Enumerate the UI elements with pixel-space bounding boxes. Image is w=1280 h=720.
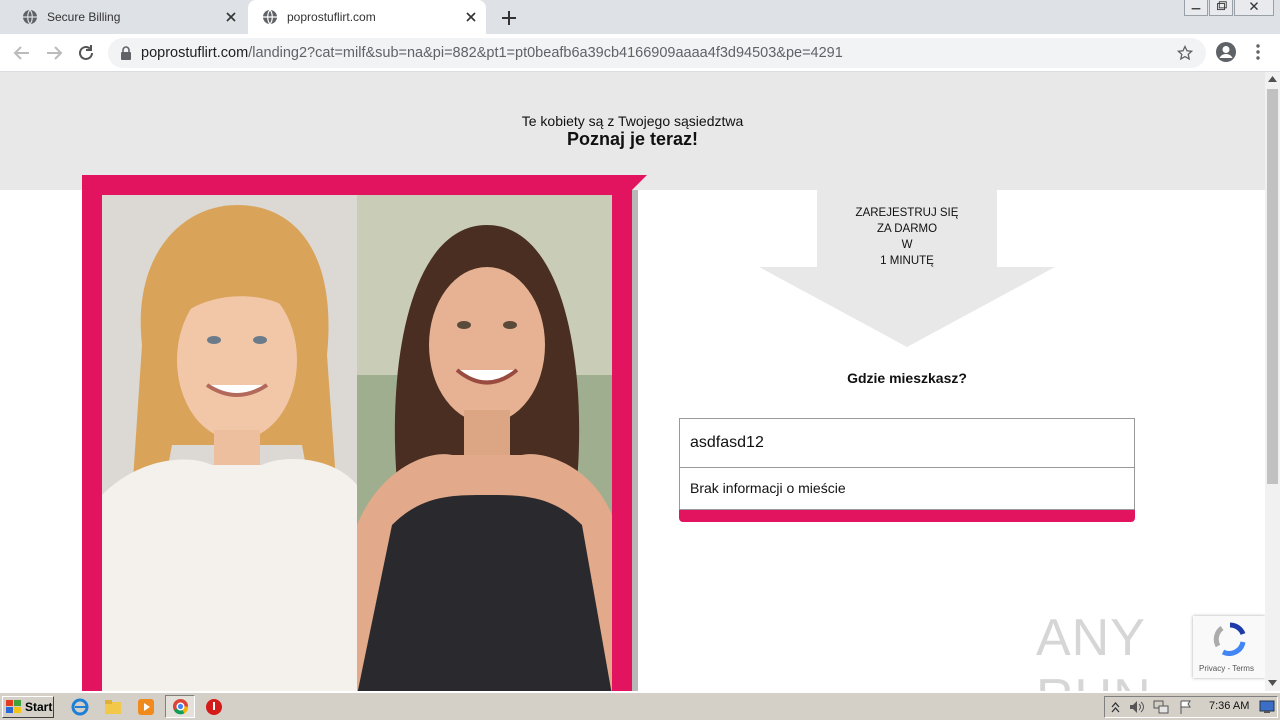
start-label: Start	[25, 700, 53, 714]
restore-button[interactable]	[1209, 0, 1233, 16]
scroll-down-arrow-icon[interactable]	[1268, 680, 1277, 686]
internet-explorer-icon[interactable]	[71, 698, 89, 716]
stop-icon[interactable]	[205, 698, 223, 716]
bookmark-star-icon[interactable]	[1177, 45, 1193, 61]
forward-arrow-icon[interactable]	[43, 42, 65, 64]
recaptcha-privacy-terms[interactable]: Privacy - Terms	[1199, 664, 1254, 673]
volume-icon[interactable]	[1129, 700, 1145, 714]
chrome-taskbar-button[interactable]	[165, 695, 195, 718]
reload-icon[interactable]	[75, 42, 97, 64]
hero-title: Poznaj je teraz!	[566, 129, 699, 149]
show-desktop-icon[interactable]	[1259, 700, 1275, 714]
scroll-up-arrow-icon[interactable]	[1268, 76, 1277, 82]
media-player-icon[interactable]	[137, 698, 155, 716]
scroll-thumb[interactable]	[1267, 89, 1278, 484]
lock-icon	[121, 46, 131, 60]
url-text[interactable]: poprostuflirt.com/landing2?cat=milf&sub=…	[141, 45, 843, 61]
profile-avatar-icon[interactable]	[1215, 41, 1237, 63]
taskbar: Start 7:36 AM	[0, 692, 1280, 720]
city-question-label: Gdzie mieszkasz?	[847, 370, 967, 386]
recaptcha-badge[interactable]: Privacy - Terms	[1193, 616, 1265, 678]
start-button[interactable]: Start	[2, 696, 54, 718]
url-domain: poprostuflirt.com	[141, 45, 249, 61]
tab-strip: Secure Billing poprostuflirt.com	[0, 0, 1280, 34]
menu-dots-icon[interactable]	[1252, 43, 1264, 61]
photo-frame-shadow	[632, 190, 638, 691]
globe-icon	[23, 9, 37, 25]
close-window-button[interactable]	[1234, 0, 1274, 16]
tray-expand-icon[interactable]	[1111, 701, 1120, 713]
photo-blonde-woman	[102, 195, 357, 691]
network-icon[interactable]	[1153, 700, 1169, 714]
photo-frame-corner	[632, 175, 647, 190]
form-accent-bar	[679, 510, 1135, 522]
page-content: Te kobiety są z Twojego sąsiedztwa Pozna…	[0, 72, 1265, 691]
back-arrow-icon[interactable]	[11, 42, 33, 64]
signup-arrow-pointer	[759, 267, 1055, 347]
restore-icon	[1217, 1, 1227, 11]
minimize-button[interactable]	[1184, 0, 1208, 16]
url-path: /landing2?cat=milf&sub=na&pi=882&pt1=pt0…	[248, 45, 843, 61]
women-photos	[102, 195, 612, 691]
windows-logo-icon	[6, 700, 21, 713]
address-bar[interactable]: poprostuflirt.com/landing2?cat=milf&sub=…	[108, 38, 1206, 68]
close-icon[interactable]	[224, 10, 238, 24]
close-icon[interactable]	[464, 10, 478, 24]
taskbar-clock: 7:36 AM	[1209, 700, 1250, 712]
close-icon	[1250, 2, 1258, 11]
browser-toolbar: poprostuflirt.com/landing2?cat=milf&sub=…	[0, 34, 1280, 72]
tab-secure-billing[interactable]: Secure Billing	[8, 0, 246, 34]
city-not-found-message: Brak informacji o mieście	[679, 468, 1135, 510]
tab-title: poprostuflirt.com	[287, 10, 376, 24]
new-tab-plus-icon[interactable]	[498, 7, 520, 29]
system-tray: 7:36 AM	[1104, 696, 1278, 718]
chrome-icon	[172, 698, 189, 715]
minimize-icon	[1191, 8, 1201, 10]
photo-brunette-woman	[357, 195, 612, 691]
signup-arrow-text: ZAREJESTRUJ SIĘ ZA DARMO W 1 MINUTĘ	[855, 207, 959, 267]
city-input[interactable]: asdfasd12	[679, 418, 1135, 468]
folder-icon[interactable]	[104, 698, 122, 716]
globe-icon	[263, 9, 277, 25]
tab-title: Secure Billing	[47, 10, 121, 24]
recaptcha-logo-icon	[1213, 622, 1246, 656]
tab-poprostuflirt[interactable]: poprostuflirt.com	[248, 0, 486, 34]
hero-subtitle: Te kobiety są z Twojego sąsiedztwa	[521, 113, 744, 129]
page-scrollbar[interactable]	[1265, 72, 1280, 691]
action-center-flag-icon[interactable]	[1179, 700, 1193, 714]
